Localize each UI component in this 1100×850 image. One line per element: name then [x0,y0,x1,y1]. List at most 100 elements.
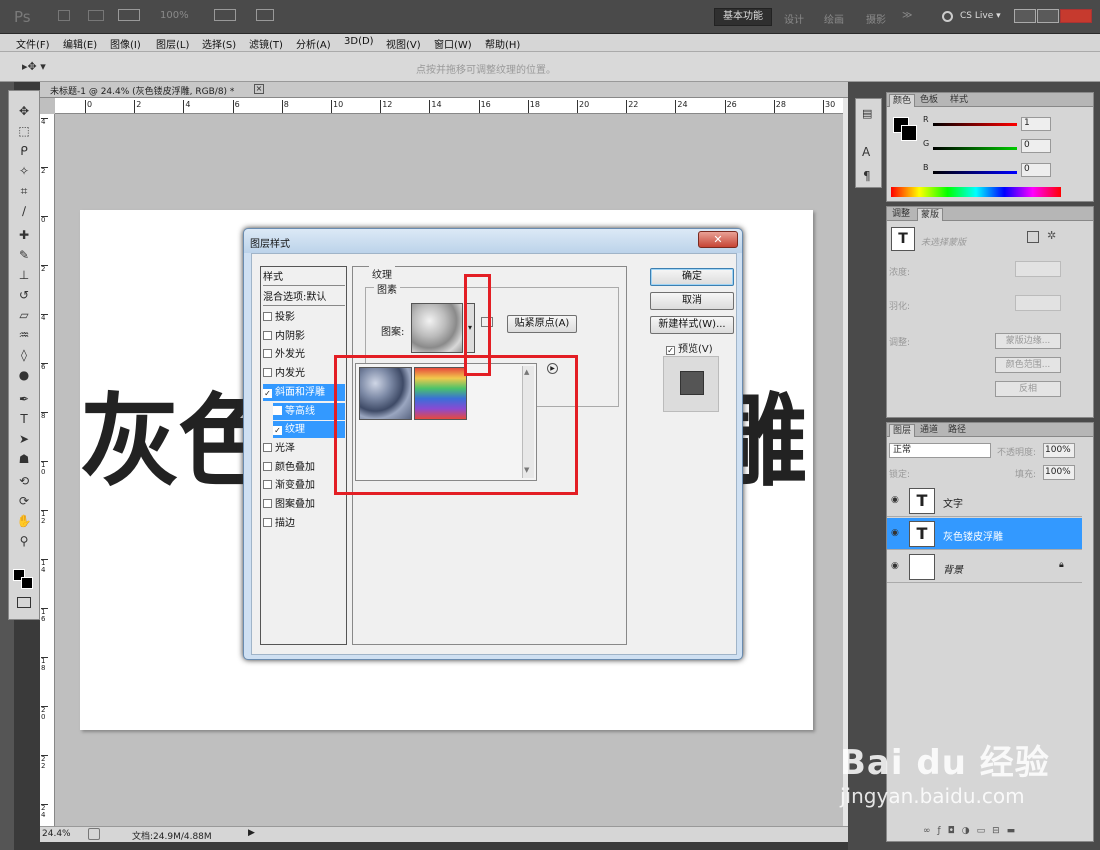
checkbox-icon[interactable] [263,499,272,508]
checkbox-icon[interactable] [263,442,272,452]
style-item[interactable]: 描边 [263,515,345,532]
brush-tool-icon[interactable]: ✎ [13,247,35,264]
menu-analysis[interactable]: 分析(A) [296,36,331,51]
workspace-essentials[interactable]: 基本功能 [714,8,772,26]
layer-actions-icon[interactable]: ∞ƒ◘◑▭⊟▬ [923,826,1022,836]
tab-masks[interactable]: 蒙版 [917,208,944,221]
zoom-tool-icon[interactable]: ⚲ [13,533,35,550]
eye-icon[interactable]: ◉ [891,561,899,571]
tab-channels[interactable]: 通道 [917,424,941,437]
fill-field[interactable]: 100% [1043,465,1075,480]
workspace-painting[interactable]: 绘画 [824,11,844,26]
color-range-button[interactable]: 颜色范围... [995,357,1061,373]
screen-mode-icon[interactable] [256,9,274,21]
zoom-level[interactable]: 100% [160,10,189,21]
menu-3d[interactable]: 3D(D) [344,36,374,47]
view-extras-icon[interactable] [118,9,140,21]
preview-checkbox[interactable]: ✓ 预览(V) [666,340,713,355]
arrange-documents-icon[interactable] [214,9,236,21]
blur-tool-icon[interactable]: ◊ [13,347,35,364]
checkbox-icon[interactable] [273,405,282,415]
checked-checkbox-icon[interactable]: ✓ [273,426,282,436]
checked-checkbox-icon[interactable]: ✓ [263,388,272,398]
red-slider[interactable] [933,123,1017,126]
snap-origin-button[interactable]: 贴紧原点(A) [507,315,577,333]
menu-view[interactable]: 视图(V) [386,36,421,51]
pen-tool-icon[interactable]: ✒ [13,391,35,408]
green-value[interactable]: 0 [1021,139,1051,153]
history-panel-icon[interactable]: ▤ [862,107,872,120]
style-item[interactable]: 外发光 [263,346,345,363]
eyedropper-tool-icon[interactable]: ∕ [13,203,35,220]
layer-row[interactable]: ◉ T 文字 [887,485,1082,517]
move-tool-icon[interactable]: ✥ [13,103,35,120]
workspace-photography[interactable]: 摄影 [866,11,886,26]
status-zoom[interactable]: 24.4% [42,829,71,839]
feather-field[interactable] [1015,295,1061,311]
move-tool-preset-icon[interactable]: ▸✥ ▾ [22,60,46,73]
close-document-icon[interactable]: × [254,84,264,94]
eraser-tool-icon[interactable]: ▱ [13,307,35,324]
menu-file[interactable]: 文件(F) [16,36,50,51]
color-spectrum-bar[interactable] [891,187,1061,197]
more-workspaces-icon[interactable]: ≫ [902,10,912,21]
menu-help[interactable]: 帮助(H) [485,36,520,51]
checkbox-icon[interactable] [263,480,272,490]
style-item[interactable]: ✓ 斜面和浮雕 [263,383,345,401]
new-style-button[interactable]: 新建样式(W)... [650,316,734,334]
eye-icon[interactable]: ◉ [891,495,899,505]
lasso-tool-icon[interactable]: ᑭ [13,143,35,160]
blend-mode-select[interactable]: 正常 [889,443,991,458]
pattern-swatch[interactable] [411,303,463,353]
close-app-button[interactable] [1060,9,1092,23]
tab-paths[interactable]: 路径 [945,424,969,437]
blue-value[interactable]: 0 [1021,163,1051,177]
paint-bucket-icon[interactable]: ♒ [13,327,35,344]
menu-select[interactable]: 选择(S) [202,36,236,51]
style-item[interactable]: 颜色叠加 [263,459,345,476]
styles-header[interactable]: 样式 [263,269,345,286]
vector-mask-icon[interactable]: ✲ [1047,229,1056,242]
layer-row[interactable]: ◉ 背景 🔒︎ [887,551,1082,583]
cancel-button[interactable]: 取消 [650,292,734,310]
status-zoom-icon[interactable] [88,828,100,840]
3d-orbit-icon[interactable]: ⟳ [13,493,35,510]
menu-edit[interactable]: 编辑(E) [63,36,97,51]
cslive-menu[interactable]: CS Live ▾ [960,11,1001,21]
checkbox-icon[interactable] [263,312,272,321]
quick-select-tool-icon[interactable]: ✧ [13,163,35,180]
menu-layer[interactable]: 图层(L) [156,36,189,51]
tab-swatches[interactable]: 色板 [917,94,941,107]
green-slider[interactable] [933,147,1017,150]
style-item[interactable]: 投影 [263,309,345,326]
invert-button[interactable]: 反相 [995,381,1061,397]
background-swatch[interactable] [901,125,917,141]
shape-tool-icon[interactable]: ☗ [13,451,35,468]
stamp-tool-icon[interactable]: ⊥ [13,267,35,284]
path-select-icon[interactable]: ➤ [13,431,35,448]
3d-rotate-icon[interactable]: ⟲ [13,473,35,490]
checkbox-icon[interactable] [263,517,272,527]
workspace-design[interactable]: 设计 [784,11,804,26]
checkbox-icon[interactable] [263,349,272,359]
checkbox-icon[interactable] [263,330,272,340]
tab-color[interactable]: 颜色 [889,94,916,107]
quick-mask-icon[interactable] [17,597,31,608]
background-color-swatch[interactable] [21,577,33,589]
character-panel-icon[interactable]: A [862,145,870,159]
style-item[interactable]: 图案叠加 [263,496,345,513]
document-tab[interactable]: 未标题-1 @ 24.4% (灰色镂皮浮雕, RGB/8) * × [40,82,848,98]
opacity-field[interactable]: 100% [1043,443,1075,458]
menu-filter[interactable]: 滤镜(T) [249,36,283,51]
paragraph-panel-icon[interactable]: ¶ [863,169,871,183]
blue-slider[interactable] [933,171,1017,174]
history-brush-icon[interactable]: ↺ [13,287,35,304]
menu-window[interactable]: 窗口(W) [434,36,472,51]
blend-options-item[interactable]: 混合选项:默认 [263,289,345,306]
ok-button[interactable]: 确定 [650,268,734,286]
tab-styles[interactable]: 样式 [947,94,971,107]
type-tool-icon[interactable]: T [13,411,35,428]
status-menu-arrow-icon[interactable]: ▶ [248,828,255,838]
layer-row[interactable]: ◉ T 灰色镂皮浮雕 [887,518,1082,550]
minimize-button[interactable] [1014,9,1036,23]
